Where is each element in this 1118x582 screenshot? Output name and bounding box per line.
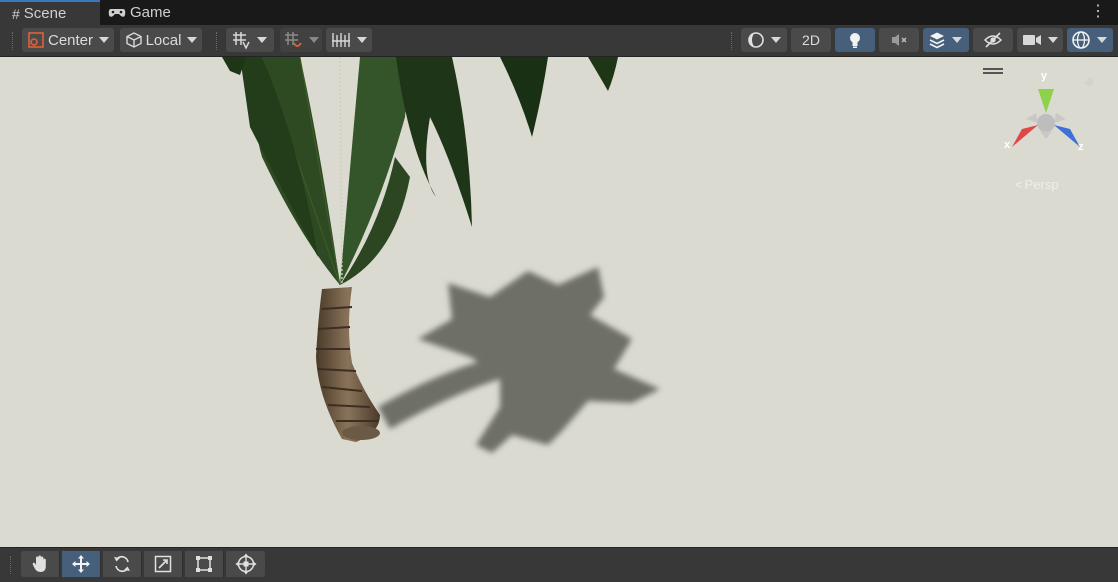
gizmos-dropdown[interactable] bbox=[1067, 28, 1113, 52]
toolbar-grip bbox=[731, 32, 734, 50]
transform-combined-icon bbox=[235, 553, 257, 575]
grid-visibility-button[interactable] bbox=[326, 28, 372, 52]
scene-render bbox=[222, 57, 1094, 453]
gizmo-sphere-icon bbox=[1071, 30, 1091, 50]
chevron-down-icon bbox=[187, 37, 198, 43]
scene-viewport[interactable]: y x z < Persp bbox=[0, 57, 1118, 547]
chevron-down-icon bbox=[309, 37, 319, 43]
gizmo-axis-z-label: z bbox=[1078, 141, 1084, 153]
gizmo-axis-x-label: x bbox=[1004, 139, 1011, 151]
ruler-grid-icon bbox=[331, 31, 351, 49]
scene-camera-dropdown[interactable] bbox=[1017, 28, 1063, 52]
gizmo-axis-z[interactable] bbox=[1054, 125, 1080, 147]
rotate-icon bbox=[112, 554, 132, 574]
grid-snap-icon bbox=[231, 30, 251, 50]
gizmo-axis-y-label: y bbox=[1041, 70, 1048, 82]
hidden-eye-icon bbox=[983, 32, 1003, 48]
mode-2d-label: 2D bbox=[802, 32, 820, 48]
projection-toggle[interactable]: < Persp bbox=[1015, 177, 1059, 192]
increment-snap-icon bbox=[283, 30, 303, 50]
pivot-space-dropdown[interactable]: Local bbox=[120, 28, 202, 52]
transform-tool-button[interactable] bbox=[226, 551, 265, 577]
palm-trunk bbox=[316, 287, 380, 442]
window-tab-bar: # Scene Game ⋮ bbox=[0, 0, 1118, 25]
audio-muted-icon bbox=[890, 32, 908, 48]
effects-layers-icon bbox=[928, 31, 946, 49]
pivot-center-icon bbox=[27, 31, 45, 49]
audio-toggle[interactable] bbox=[879, 28, 919, 52]
chevron-down-icon bbox=[1097, 37, 1107, 43]
move-tool-button[interactable] bbox=[62, 551, 101, 577]
pivot-space-label: Local bbox=[145, 31, 182, 49]
pivot-center-dropdown[interactable]: Center bbox=[22, 28, 114, 52]
local-cube-icon bbox=[125, 31, 143, 49]
lock-icon[interactable] bbox=[1084, 77, 1094, 87]
gizmo-cube bbox=[1026, 113, 1066, 139]
chevron-down-icon bbox=[99, 37, 110, 43]
scene-toolbar: Center Local 2D bbox=[0, 25, 1118, 57]
chevron-down-icon bbox=[771, 37, 781, 43]
increment-snapping-button[interactable] bbox=[280, 28, 322, 52]
scene-visibility-toggle[interactable] bbox=[973, 28, 1013, 52]
chevron-down-icon bbox=[952, 37, 962, 43]
chevron-down-icon bbox=[1048, 37, 1058, 43]
light-bulb-icon bbox=[847, 31, 863, 49]
gamepad-icon bbox=[108, 7, 126, 19]
palm-fronds bbox=[222, 57, 618, 286]
chevron-down-icon bbox=[257, 37, 267, 43]
palm-shadow bbox=[378, 267, 660, 453]
tab-game-label: Game bbox=[130, 4, 171, 21]
tab-scene[interactable]: # Scene bbox=[0, 0, 100, 25]
toolbar-grip bbox=[10, 556, 13, 574]
rect-transform-icon bbox=[194, 554, 214, 574]
orientation-gizmo[interactable] bbox=[983, 68, 1094, 147]
camera-icon bbox=[1022, 33, 1042, 47]
draw-mode-dropdown[interactable] bbox=[741, 28, 787, 52]
effects-dropdown[interactable] bbox=[923, 28, 969, 52]
projection-label: Persp bbox=[1024, 177, 1059, 192]
grid-snapping-button[interactable] bbox=[226, 28, 274, 52]
rotate-tool-button[interactable] bbox=[103, 551, 142, 577]
chevron-left-icon: < bbox=[1015, 177, 1023, 192]
tools-overlay bbox=[0, 547, 1118, 582]
view-tool-button[interactable] bbox=[21, 551, 60, 577]
gizmo-axis-x[interactable] bbox=[1012, 125, 1038, 147]
more-options-icon[interactable]: ⋮ bbox=[1090, 3, 1106, 21]
toolbar-grip bbox=[216, 32, 219, 50]
scale-icon bbox=[153, 554, 173, 574]
hand-icon bbox=[30, 554, 50, 574]
grid-hash-icon: # bbox=[12, 5, 20, 22]
lighting-toggle[interactable] bbox=[835, 28, 875, 52]
scale-tool-button[interactable] bbox=[144, 551, 183, 577]
chevron-down-icon bbox=[357, 37, 367, 43]
pivot-center-label: Center bbox=[47, 31, 94, 49]
move-arrows-icon bbox=[71, 554, 91, 574]
shading-sphere-icon bbox=[747, 31, 765, 49]
gizmo-handle-icon[interactable] bbox=[983, 68, 1003, 70]
toolbar-grip bbox=[12, 32, 15, 50]
tab-scene-label: Scene bbox=[23, 5, 67, 22]
gizmo-axis-y[interactable] bbox=[1038, 89, 1054, 113]
tab-game[interactable]: Game bbox=[108, 0, 188, 25]
mode-2d-toggle[interactable]: 2D bbox=[791, 28, 831, 52]
rect-tool-button[interactable] bbox=[185, 551, 224, 577]
